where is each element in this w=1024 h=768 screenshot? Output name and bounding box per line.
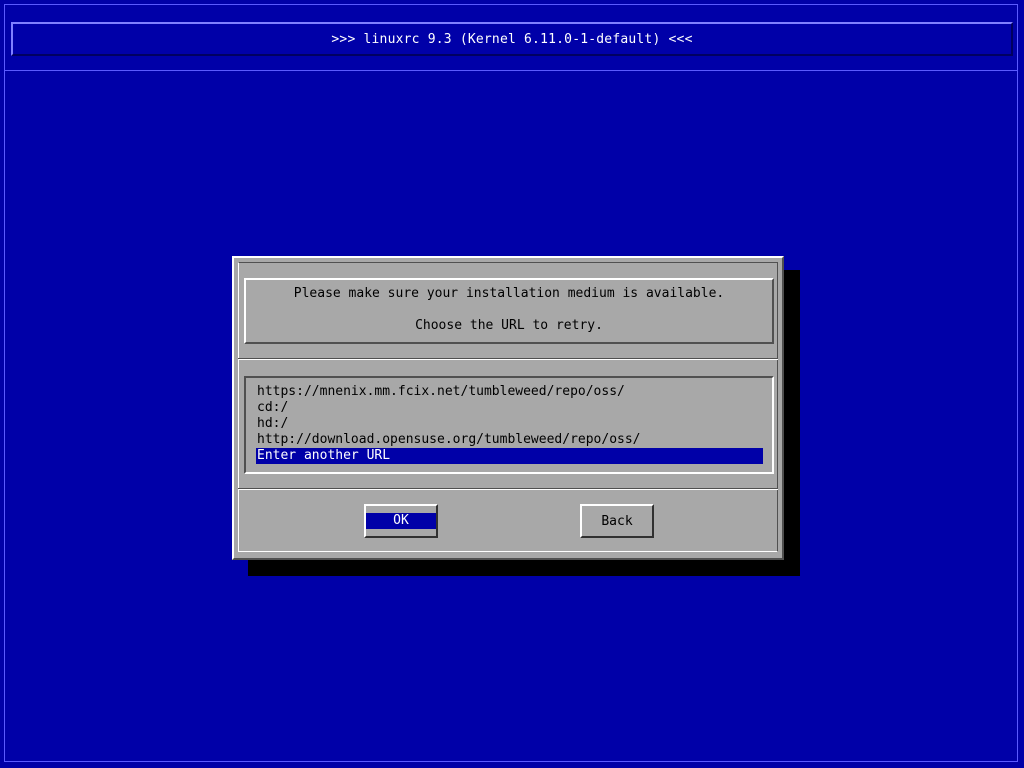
title-divider [4,70,1018,71]
dialog-separator-bottom [238,488,778,490]
title-bar: >>> linuxrc 9.3 (Kernel 6.11.0-1-default… [11,22,1013,56]
dialog-separator-top [238,358,778,360]
back-button[interactable]: Back [580,504,654,538]
ok-button-label: OK [366,513,436,529]
ok-button[interactable]: OK [364,504,438,538]
message-line-1: Please make sure your installation mediu… [293,286,725,301]
url-list-item[interactable]: http://download.opensuse.org/tumbleweed/… [256,432,763,448]
message-line-2: Choose the URL to retry. [415,318,603,333]
url-list-item[interactable]: hd:/ [256,416,763,432]
app-title: >>> linuxrc 9.3 (Kernel 6.11.0-1-default… [331,31,693,47]
url-list-item[interactable]: https://mnenix.mm.fcix.net/tumbleweed/re… [256,384,763,400]
back-button-label: Back [601,513,633,529]
message-box: Please make sure your installation mediu… [244,278,774,344]
retry-dialog: Please make sure your installation mediu… [232,256,784,560]
url-list-item[interactable]: cd:/ [256,400,763,416]
url-list-item-selected[interactable]: Enter another URL [256,448,763,464]
url-list[interactable]: https://mnenix.mm.fcix.net/tumbleweed/re… [244,376,774,474]
